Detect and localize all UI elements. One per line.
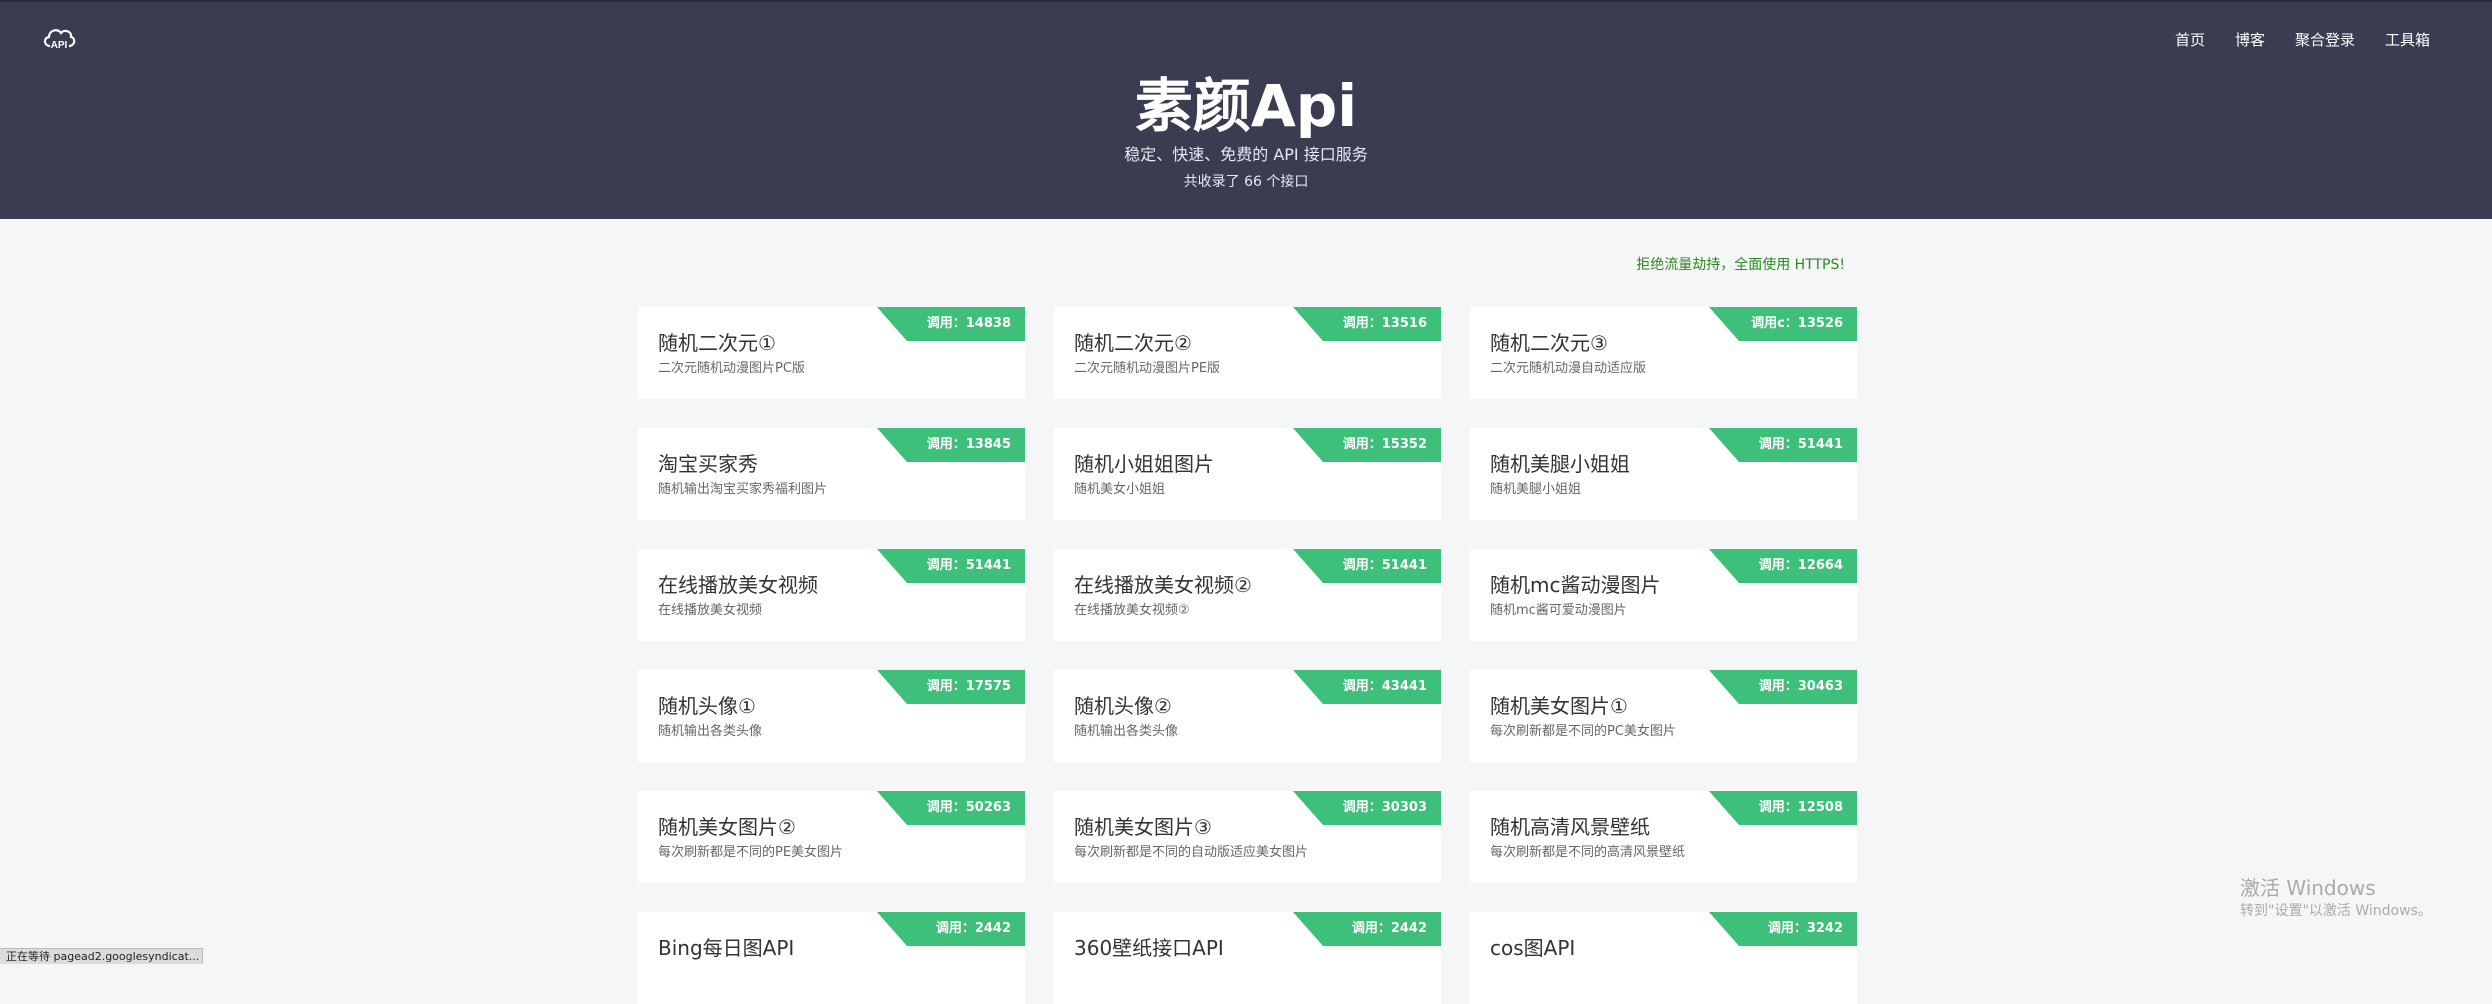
api-card-title[interactable]: 随机头像② (1074, 690, 1172, 719)
api-card[interactable]: 调用：50263 随机美女图片② 每次刷新都是不同的PE美女图片 (638, 791, 1025, 883)
api-card[interactable]: 调用：51441 随机美腿小姐姐 随机美腿小姐姐 (1470, 428, 1857, 520)
api-card[interactable]: 调用：2442 Bing每日图API (638, 912, 1025, 1004)
api-card[interactable]: 调用：51441 在线播放美女视频② 在线播放美女视频② (1054, 549, 1441, 641)
site-subtitle: 稳定、快速、免费的 API 接口服务 (1124, 145, 1368, 164)
call-count-badge: 调用：12508 (1709, 791, 1857, 825)
api-card-desc: 每次刷新都是不同的PE美女图片 (658, 845, 844, 860)
nav-aggregate-login[interactable]: 聚合登录 (2295, 29, 2355, 50)
call-count-badge: 调用：3242 (1709, 912, 1857, 946)
api-card-desc: 随机mc酱可爱动漫图片 (1490, 603, 1627, 618)
api-card[interactable]: 调用：30303 随机美女图片③ 每次刷新都是不同的自动版适应美女图片 (1054, 791, 1441, 883)
api-card[interactable]: 调用：51441 在线播放美女视频 在线播放美女视频 (638, 549, 1025, 641)
api-card-title[interactable]: 随机高清风景壁纸 (1490, 811, 1650, 840)
nav-home[interactable]: 首页 (2175, 29, 2205, 50)
api-card-title[interactable]: 随机美女图片① (1490, 690, 1628, 719)
call-count-badge: 调用：17575 (877, 670, 1025, 704)
call-count-badge: 调用：51441 (1293, 549, 1441, 583)
call-count-badge: 调用：43441 (1293, 670, 1441, 704)
api-card-grid: 调用：14838 随机二次元① 二次元随机动漫图片PC版 调用：13516 随机… (638, 307, 1857, 1004)
api-card-title[interactable]: 随机美腿小姐姐 (1490, 448, 1630, 477)
call-count-badge: 调用：51441 (1709, 428, 1857, 462)
api-card[interactable]: 调用：17575 随机头像① 随机输出各类头像 (638, 670, 1025, 762)
nav-toolbox[interactable]: 工具箱 (2385, 29, 2430, 50)
watermark-subtitle: 转到"设置"以激活 Windows。 (2240, 903, 2432, 919)
api-card-desc: 二次元随机动漫图片PC版 (658, 361, 805, 376)
call-count-badge: 调用：2442 (1293, 912, 1441, 946)
api-card[interactable]: 调用c：13526 随机二次元③ 二次元随机动漫自动适应版 (1470, 307, 1857, 399)
svg-text:API: API (51, 40, 68, 51)
api-card-title[interactable]: 随机二次元③ (1490, 327, 1608, 356)
api-card-desc: 随机美腿小姐姐 (1490, 482, 1582, 497)
api-card-title[interactable]: Bing每日图API (658, 932, 794, 961)
api-card[interactable]: 调用：30463 随机美女图片① 每次刷新都是不同的PC美女图片 (1470, 670, 1857, 762)
api-card[interactable]: 调用：43441 随机头像② 随机输出各类头像 (1054, 670, 1441, 762)
api-card-desc: 随机输出各类头像 (1074, 724, 1179, 739)
api-card-title[interactable]: 随机mc酱动漫图片 (1490, 569, 1660, 598)
api-card[interactable]: 调用：12664 随机mc酱动漫图片 随机mc酱可爱动漫图片 (1470, 549, 1857, 641)
api-card-desc: 在线播放美女视频 (658, 603, 763, 618)
call-count-badge: 调用：30463 (1709, 670, 1857, 704)
watermark-title: 激活 Windows (2240, 876, 2376, 900)
call-count-badge: 调用：30303 (1293, 791, 1441, 825)
api-card-desc: 每次刷新都是不同的PC美女图片 (1490, 724, 1676, 739)
call-count-badge: 调用：13845 (877, 428, 1025, 462)
cloud-api-logo-icon[interactable]: API (42, 24, 76, 52)
https-notice: 拒绝流量劫持，全面使用 HTTPS! (1636, 257, 1845, 273)
api-card-desc: 每次刷新都是不同的自动版适应美女图片 (1074, 845, 1309, 860)
api-card-desc: 二次元随机动漫自动适应版 (1490, 361, 1647, 376)
api-card-title[interactable]: 随机小姐姐图片 (1074, 448, 1214, 477)
call-count-badge: 调用：12664 (1709, 549, 1857, 583)
call-count-badge: 调用：2442 (877, 912, 1025, 946)
api-card[interactable]: 调用：14838 随机二次元① 二次元随机动漫图片PC版 (638, 307, 1025, 399)
site-title: 素颜Api (1134, 72, 1358, 140)
call-count-badge: 调用：15352 (1293, 428, 1441, 462)
api-card[interactable]: 调用：12508 随机高清风景壁纸 每次刷新都是不同的高清风景壁纸 (1470, 791, 1857, 883)
api-count: 共收录了 66 个接口 (1183, 174, 1309, 190)
api-card[interactable]: 调用：3242 cos图API (1470, 912, 1857, 1004)
site-header: API 首页 博客 聚合登录 工具箱 素颜Api 稳定、快速、免费的 API 接… (0, 0, 2492, 219)
api-card-title[interactable]: cos图API (1490, 932, 1575, 961)
call-count-badge: 调用：50263 (877, 791, 1025, 825)
api-card-desc: 二次元随机动漫图片PE版 (1074, 361, 1221, 376)
call-count-badge: 调用c：13526 (1709, 307, 1857, 341)
api-card[interactable]: 调用：13516 随机二次元② 二次元随机动漫图片PE版 (1054, 307, 1441, 399)
call-count-badge: 调用：51441 (877, 549, 1025, 583)
api-card-title[interactable]: 在线播放美女视频② (1074, 569, 1252, 598)
api-card[interactable]: 调用：13845 淘宝买家秀 随机输出淘宝买家秀福利图片 (638, 428, 1025, 520)
call-count-badge: 调用：13516 (1293, 307, 1441, 341)
api-card-desc: 随机输出各类头像 (658, 724, 763, 739)
api-card-title[interactable]: 在线播放美女视频 (658, 569, 818, 598)
api-card-desc: 随机美女小姐姐 (1074, 482, 1166, 497)
api-card-desc: 每次刷新都是不同的高清风景壁纸 (1490, 845, 1686, 860)
call-count-badge: 调用：14838 (877, 307, 1025, 341)
api-card-title[interactable]: 随机二次元① (658, 327, 776, 356)
top-nav: 首页 博客 聚合登录 工具箱 (2145, 29, 2430, 50)
api-card-title[interactable]: 随机美女图片③ (1074, 811, 1212, 840)
windows-activation-watermark: 激活 Windows 转到"设置"以激活 Windows。 (2240, 875, 2432, 921)
api-card[interactable]: 调用：2442 360壁纸接口API (1054, 912, 1441, 1004)
api-card[interactable]: 调用：15352 随机小姐姐图片 随机美女小姐姐 (1054, 428, 1441, 520)
api-card-desc: 随机输出淘宝买家秀福利图片 (658, 482, 828, 497)
api-card-title[interactable]: 随机头像① (658, 690, 756, 719)
api-card-title[interactable]: 随机二次元② (1074, 327, 1192, 356)
browser-status-bar: 正在等待 pagead2.googlesyndicat... (0, 948, 203, 964)
api-card-title[interactable]: 淘宝买家秀 (658, 448, 758, 477)
api-card-desc: 在线播放美女视频② (1074, 603, 1190, 618)
api-card-title[interactable]: 随机美女图片② (658, 811, 796, 840)
api-card-title[interactable]: 360壁纸接口API (1074, 932, 1224, 961)
nav-blog[interactable]: 博客 (2235, 29, 2265, 50)
